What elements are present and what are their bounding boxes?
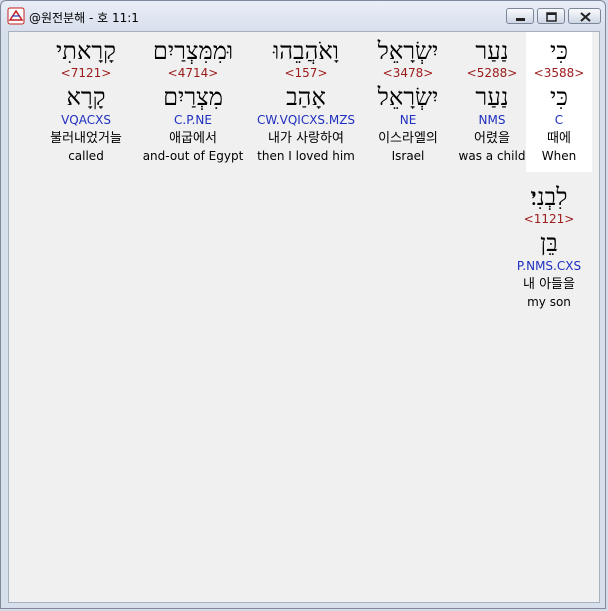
english-gloss: was a child <box>458 149 526 163</box>
hebrew-lemma: נַעַר <box>475 83 509 111</box>
korean-gloss: 애굽에서 <box>169 131 217 146</box>
korean-gloss: 어렸을 <box>474 131 510 146</box>
window-title: @원전분해 - 호 11:1 <box>29 11 139 25</box>
hebrew-word: וָאֹהֲבֵהוּ <box>273 37 339 65</box>
hebrew-lemma: קָרָא <box>66 83 106 111</box>
word-card-4[interactable]: וָאֹהֲבֵהוּ <157> אָהַב CW.VQICXS.MZS 내가… <box>247 32 365 172</box>
strong-number[interactable]: <3588> <box>526 66 592 80</box>
english-gloss: called <box>68 149 104 163</box>
hebrew-lemma: בֵּן <box>540 229 558 257</box>
strong-number[interactable]: <4714> <box>139 66 247 80</box>
korean-gloss: 불러내었거늘 <box>50 131 122 146</box>
morphology-code: C.P.NE <box>174 113 212 127</box>
english-gloss: my son <box>527 295 571 309</box>
morphology-code: VQACXS <box>61 113 111 127</box>
korean-gloss: 때에 <box>547 131 571 146</box>
english-gloss: Israel <box>391 149 425 163</box>
korean-gloss: 내 아들을 <box>523 277 575 292</box>
hebrew-lemma: אָהַב <box>286 83 326 111</box>
app-window: @원전분해 - 호 11:1 כִּי <3588> כִּי C 때에 Whe… <box>0 0 606 609</box>
morphology-code: C <box>554 113 564 127</box>
morphology-code: NE <box>399 113 417 127</box>
morphology-code: NMS <box>478 113 506 127</box>
english-gloss: and-out of Egypt <box>142 149 244 163</box>
title-bar[interactable]: @원전분해 - 호 11:1 <box>1 1 607 31</box>
restore-button[interactable] <box>537 8 565 24</box>
word-card-5[interactable]: וּמִמִּצְרַיִם <4714> מִצְרַיִם C.P.NE 애… <box>139 32 247 172</box>
hebrew-word: יִשְׂרָאֵל <box>377 37 439 65</box>
hebrew-word: נַעַר <box>475 37 509 65</box>
verse-analysis-panel: כִּי <3588> כִּי C 때에 When נַעַר <5288> … <box>8 31 600 603</box>
hebrew-word: קָרָאתִי <box>56 37 116 65</box>
close-icon <box>580 12 591 22</box>
strong-number[interactable]: <7121> <box>39 66 133 80</box>
english-gloss: When <box>541 149 577 163</box>
strong-number[interactable]: <3478> <box>363 66 453 80</box>
english-gloss: then I loved him <box>257 149 355 163</box>
word-card-3[interactable]: יִשְׂרָאֵל <3478> יִשְׂרָאֵל NE 이스라엘의 Is… <box>363 32 453 172</box>
word-card-7[interactable]: לִבְנִי׃ <1121> בֵּן P.NMS.CXS 내 아들을 my … <box>505 178 593 318</box>
strong-number[interactable]: <157> <box>247 66 365 80</box>
close-button[interactable] <box>568 8 601 24</box>
korean-gloss: 내가 사랑하여 <box>268 131 344 146</box>
hebrew-word: וּמִמִּצְרַיִם <box>152 37 234 65</box>
word-card-6[interactable]: קָרָאתִי <7121> קָרָא VQACXS 불러내었거늘 call… <box>39 32 133 172</box>
app-logo-icon <box>7 7 25 25</box>
korean-gloss: 이스라엘의 <box>378 131 438 146</box>
hebrew-lemma: מִצְרַיִם <box>163 83 223 111</box>
morphology-code: CW.VQICXS.MZS <box>256 113 356 127</box>
morphology-code: P.NMS.CXS <box>516 259 582 273</box>
hebrew-lemma: יִשְׂרָאֵל <box>377 83 439 111</box>
hebrew-word: לִבְנִי׃ <box>530 183 568 211</box>
hebrew-lemma: כִּי <box>549 83 569 111</box>
minimize-button[interactable] <box>506 8 534 24</box>
minimize-icon <box>516 18 525 21</box>
hebrew-word: כִּי <box>549 37 569 65</box>
strong-number[interactable]: <5288> <box>451 66 533 80</box>
word-card-1[interactable]: כִּי <3588> כִּי C 때에 When <box>526 32 592 172</box>
strong-number[interactable]: <1121> <box>505 212 593 226</box>
word-card-2[interactable]: נַעַר <5288> נַעַר NMS 어렸을 was a child <box>451 32 533 172</box>
restore-icon <box>546 12 557 22</box>
